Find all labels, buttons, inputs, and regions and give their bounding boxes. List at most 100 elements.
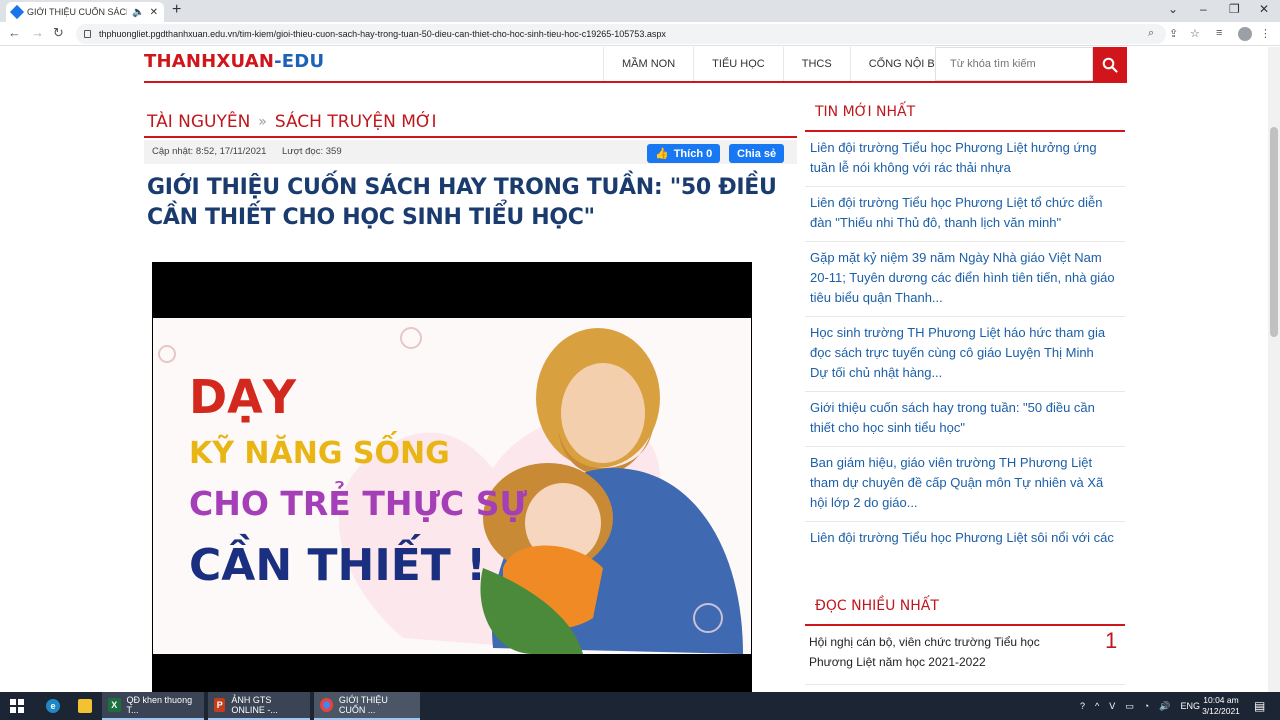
article-video[interactable]: DẠY KỸ NĂNG SỐNG CHO TRẺ THỰC SỰ CẦN THI… [152, 262, 752, 694]
most-read-divider [805, 684, 1125, 685]
latest-news-list: Liên đội trường Tiểu học Phương Liệt hưở… [805, 132, 1125, 548]
reload-icon[interactable]: ↻ [53, 25, 64, 41]
updated-time: Cập nhật: 8:52, 17/11/2021 [152, 146, 267, 157]
profile-avatar[interactable] [1238, 27, 1252, 41]
keyboard-language[interactable]: ENG [1180, 701, 1200, 711]
breadcrumb-item-tai-nguyen[interactable]: TÀI NGUYÊN [147, 112, 250, 132]
notification-icon[interactable]: ▤ [1254, 692, 1265, 720]
tab-close-icon[interactable]: ✕ [150, 7, 158, 18]
share-label: Chia sẻ [737, 147, 777, 160]
breadcrumb-separator-icon: » [258, 114, 267, 130]
maximize-button[interactable]: ❐ [1229, 2, 1240, 16]
powerpoint-icon: P [214, 698, 226, 712]
windows-taskbar: e X QĐ khen thuong T... P ẢNH GTS ONLINE… [0, 692, 1280, 720]
site-header: THANHXUAN-EDU MẦM NON TIỂU HỌC THCS CỔNG… [0, 47, 1268, 83]
tray-chevron-icon[interactable]: ^ [1095, 701, 1099, 711]
site-favicon-icon [9, 4, 25, 20]
bookmark-star-icon[interactable]: ☆ [1190, 27, 1200, 40]
image-text-cho-tre: CHO TRẺ THỰC SỰ [189, 484, 528, 523]
address-bar[interactable]: thphuongliet.pgdthanhxuan.edu.vn/tim-kie… [76, 24, 1166, 44]
back-arrow-icon[interactable]: ← [8, 25, 21, 40]
address-url[interactable]: thphuongliet.pgdthanhxuan.edu.vn/tim-kie… [99, 29, 666, 39]
breadcrumb: TÀI NGUYÊN » SÁCH TRUYỆN MỚI [147, 112, 436, 132]
taskbar-file-explorer[interactable] [72, 692, 98, 720]
thumbs-up-icon: 👍 [655, 148, 669, 160]
search-input[interactable] [935, 47, 1093, 81]
video-thumbnail: DẠY KỸ NĂNG SỐNG CHO TRẺ THỰC SỰ CẦN THI… [153, 318, 751, 654]
browser-tabstrip: GIỚI THIỆU CUỐN SÁCH HA 🔈 ✕ + ⌄ – ❐ ✕ [0, 0, 1280, 22]
share-icon[interactable]: ⇪ [1169, 27, 1178, 40]
view-count: Lượt đọc: 359 [282, 146, 342, 157]
browser-toolbar: ← → ↻ thphuongliet.pgdthanhxuan.edu.vn/t… [0, 22, 1280, 46]
new-tab-button[interactable]: + [172, 1, 181, 19]
folder-icon [78, 699, 92, 713]
list-item[interactable]: Giới thiệu cuốn sách hay trong tuần: "50… [805, 392, 1125, 447]
list-item[interactable]: Liên đội trường Tiểu học Phương Liệt hưở… [805, 132, 1125, 187]
list-item[interactable]: Ban giám hiệu, giáo viên trường TH Phươn… [805, 447, 1125, 522]
search-button[interactable] [1093, 47, 1127, 83]
breadcrumb-divider [144, 136, 797, 138]
facebook-share-button[interactable]: Chia sẻ [729, 144, 785, 163]
logo-part-1: THANHXUAN [144, 51, 275, 72]
excel-icon: X [108, 698, 121, 712]
article-title: GIỚI THIỆU CUỐN SÁCH HAY TRONG TUẦN: "50… [147, 175, 777, 230]
nav-item-thcs[interactable]: THCS [784, 47, 851, 81]
volume-icon[interactable]: 🔊 [1159, 701, 1170, 712]
article-meta-bar: Cập nhật: 8:52, 17/11/2021 Lượt đọc: 359… [144, 140, 797, 164]
window-close-button[interactable]: ✕ [1259, 2, 1269, 16]
edge-icon: e [46, 699, 60, 713]
tab-title: GIỚI THIỆU CUỐN SÁCH HA [27, 7, 127, 17]
taskbar-app-chrome[interactable]: GIỚI THIỆU CUỐN ... [314, 692, 420, 720]
list-item[interactable]: Học sinh trường TH Phương Liệt háo hức t… [805, 317, 1125, 392]
system-tray: ? ^ V ▭ ◔ 🔊 ENG [1080, 692, 1200, 720]
image-text-can-thiet: CẦN THIẾT ! [189, 540, 487, 591]
windows-logo-icon [10, 699, 24, 713]
list-item[interactable]: Liên đội trường Tiểu học Phương Liệt tổ … [805, 187, 1125, 242]
network-icon[interactable]: ◔ [1144, 701, 1149, 711]
image-text-ky-nang-song: KỸ NĂNG SỐNG [189, 436, 450, 471]
like-label: Thích 0 [673, 147, 713, 160]
taskbar-edge[interactable]: e [40, 692, 66, 720]
taskbar-clock[interactable]: 10:04 am 3/12/2021 [1200, 695, 1242, 717]
site-logo[interactable]: THANHXUAN-EDU [144, 51, 324, 72]
battery-icon[interactable]: ▭ [1125, 701, 1134, 712]
taskbar-app-excel[interactable]: X QĐ khen thuong T... [102, 692, 204, 720]
nav-item-mam-non[interactable]: MẦM NON [604, 47, 695, 81]
list-item[interactable]: Gặp mặt kỷ niệm 39 năm Ngày Nhà giáo Việ… [805, 242, 1125, 317]
list-item[interactable]: Liên đội trường Tiểu học Phương Liệt sôi… [805, 522, 1125, 548]
scrollbar-thumb[interactable] [1270, 127, 1278, 337]
start-button[interactable] [4, 692, 30, 720]
main-nav: MẦM NON TIỂU HỌC THCS CỔNG NỘI BỘ [603, 47, 963, 81]
forward-arrow-icon[interactable]: → [31, 25, 44, 40]
tab-audio-icon[interactable]: 🔈 [132, 7, 144, 18]
most-read-rank: 1 [1105, 628, 1118, 653]
clock-date: 3/12/2021 [1202, 706, 1240, 716]
breadcrumb-item-sach-truyen-moi[interactable]: SÁCH TRUYỆN MỚI [275, 112, 437, 132]
most-read-heading: ĐỌC NHIỀU NHẤT [815, 598, 939, 614]
header-divider [144, 81, 1127, 83]
search-icon [1102, 57, 1118, 73]
antivirus-icon[interactable]: V [1109, 701, 1115, 711]
reading-list-icon[interactable]: ≡ [1216, 27, 1222, 39]
image-text-day: DẠY [189, 370, 297, 424]
nav-item-tieu-hoc[interactable]: TIỂU HỌC [694, 47, 784, 81]
help-icon[interactable]: ? [1080, 701, 1085, 711]
most-read-item[interactable]: Hội nghị cán bộ, viên chức trường Tiểu h… [809, 632, 1049, 672]
taskbar-app-powerpoint[interactable]: P ẢNH GTS ONLINE -... [208, 692, 310, 720]
taskbar-app-label: GIỚI THIỆU CUỐN ... [338, 695, 388, 715]
logo-part-2: -EDU [274, 51, 325, 72]
latest-news-heading: TIN MỚI NHẤT [815, 104, 916, 120]
minimize-button[interactable]: – [1200, 2, 1207, 16]
page-scrollbar[interactable] [1268, 47, 1280, 692]
clock-time: 10:04 am [1203, 695, 1239, 705]
latest-news-header: TIN MỚI NHẤT [805, 96, 1125, 132]
taskbar-app-label: QĐ khen thuong T... [126, 695, 193, 715]
menu-dots-icon[interactable]: ⋮ [1260, 27, 1271, 40]
taskbar-app-label: ẢNH GTS ONLINE -... [231, 695, 278, 715]
lock-icon [84, 30, 91, 38]
browser-tab-active[interactable]: GIỚI THIỆU CUỐN SÁCH HA 🔈 ✕ [6, 2, 164, 22]
most-read-header: ĐỌC NHIỀU NHẤT [805, 590, 1125, 626]
zoom-icon[interactable]: ⌕ [1148, 27, 1154, 40]
facebook-like-button[interactable]: 👍 Thích 0 [647, 144, 721, 163]
tab-search-icon[interactable]: ⌄ [1168, 2, 1178, 16]
